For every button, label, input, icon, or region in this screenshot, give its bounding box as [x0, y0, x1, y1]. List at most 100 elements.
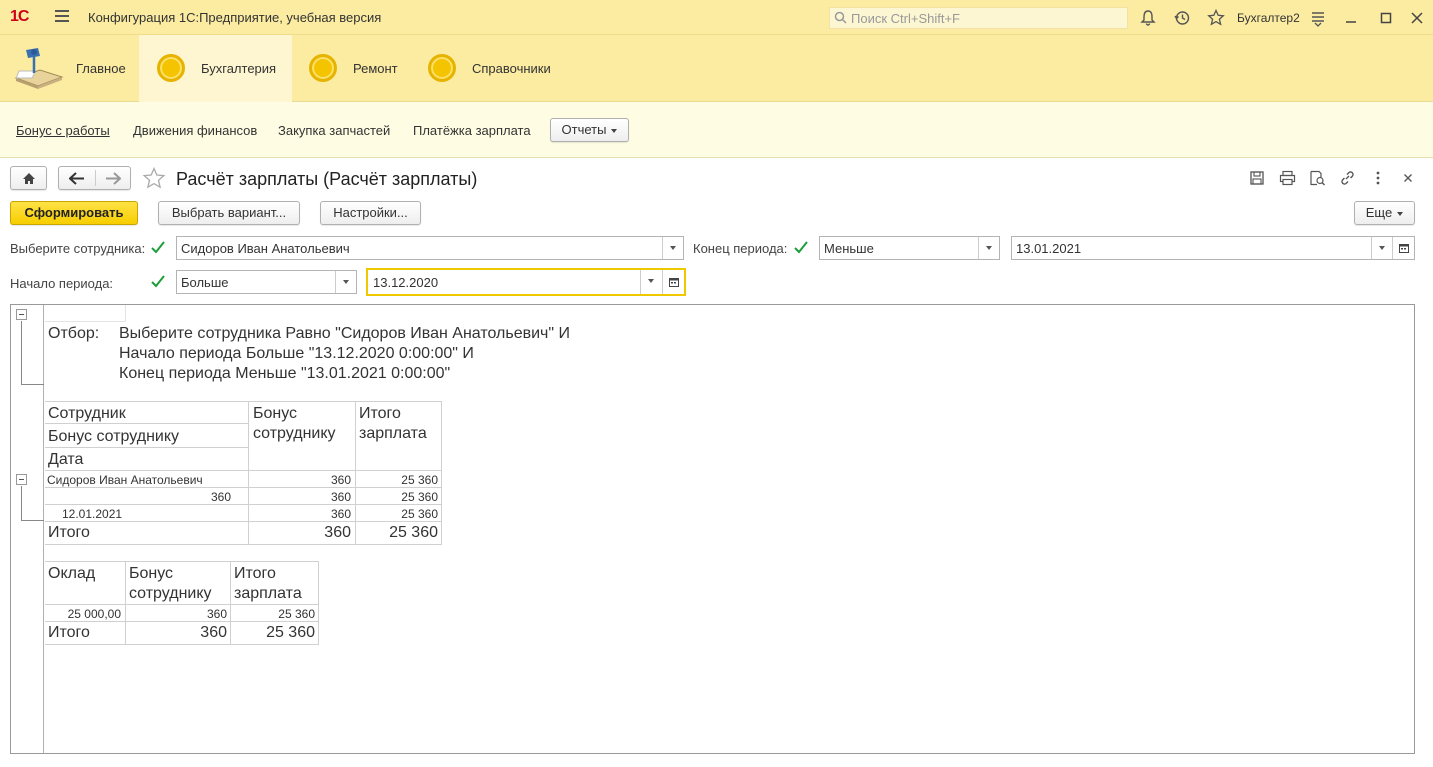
- t1-header-total-col-1: Итого: [359, 405, 401, 422]
- grouping-gutter: [11, 305, 44, 753]
- start-condition-field[interactable]: Больше: [176, 270, 357, 294]
- employee-dropdown[interactable]: [662, 237, 683, 259]
- section-directories[interactable]: Справочники: [410, 35, 570, 102]
- report-document[interactable]: Отбор: Выберите сотрудника Равно "Сидоро…: [10, 304, 1415, 754]
- table-cell: 360: [330, 507, 351, 521]
- print-preview-icon[interactable]: [1309, 170, 1326, 186]
- nav-buttons-group: [58, 166, 131, 190]
- section-repair-label: Ремонт: [353, 61, 398, 76]
- calendar-icon: [669, 278, 679, 287]
- search-icon: [834, 11, 847, 24]
- table-row: 25 000,00: [67, 607, 121, 621]
- filter-line-3: Конец периода Меньше "13.01.2021 0:00:00…: [119, 365, 451, 382]
- filter-line-2: Начало периода Больше "13.12.2020 0:00:0…: [119, 345, 474, 362]
- table-cell: 360: [330, 490, 351, 504]
- link-icon[interactable]: [1339, 170, 1356, 186]
- end-condition-dropdown[interactable]: [978, 237, 999, 259]
- end-condition-field[interactable]: Меньше: [819, 236, 1000, 260]
- table-row: Сидоров Иван Анатольевич: [47, 473, 203, 487]
- favorite-star-icon[interactable]: [142, 167, 166, 189]
- form-title: Расчёт зарплаты (Расчёт зарплаты): [176, 169, 478, 189]
- start-condition-dropdown[interactable]: [335, 271, 356, 293]
- collapse-filter-group-icon[interactable]: [16, 309, 27, 320]
- forward-arrow-icon[interactable]: [105, 172, 121, 185]
- t1-total-salary: 25 360: [389, 524, 438, 541]
- cmd-bonus-link[interactable]: Бонус с работы: [16, 123, 110, 138]
- end-condition-value: Меньше: [824, 241, 874, 256]
- choose-variant-button[interactable]: Выбрать вариант...: [158, 201, 300, 225]
- table-cell: 25 360: [401, 490, 438, 504]
- start-period-checkbox[interactable]: [150, 274, 166, 290]
- close-icon[interactable]: [1408, 9, 1426, 27]
- section-repair[interactable]: Ремонт: [292, 35, 410, 102]
- home-button[interactable]: [10, 166, 47, 190]
- employee-checkbox[interactable]: [150, 240, 166, 256]
- generate-button[interactable]: Сформировать: [10, 201, 138, 225]
- start-date-field[interactable]: 13.12.2020: [366, 268, 686, 296]
- t1-header-date: Дата: [48, 451, 84, 468]
- reports-menu-button[interactable]: Отчеты: [550, 118, 629, 142]
- t2-header-salary: Оклад: [48, 565, 96, 582]
- end-period-checkbox[interactable]: [793, 240, 809, 256]
- back-arrow-icon[interactable]: [69, 172, 85, 185]
- section-main[interactable]: Главное: [0, 35, 139, 102]
- more-button[interactable]: Еще: [1354, 201, 1415, 225]
- start-date-dropdown[interactable]: [640, 270, 661, 294]
- t2-header-total-1: Итого: [234, 565, 276, 582]
- table-cell: 25 360: [278, 607, 315, 621]
- history-icon[interactable]: [1173, 9, 1191, 27]
- table-row: 360: [210, 490, 231, 504]
- more-button-label: Еще: [1365, 205, 1393, 220]
- end-period-label: Конец периода:: [693, 241, 788, 256]
- start-period-label: Начало периода:: [10, 276, 114, 291]
- sections-panel: Главное Бухгалтерия Ремонт Справочники: [0, 35, 1433, 102]
- t1-header-bonus-col-2: сотруднику: [253, 425, 336, 442]
- start-date-calendar[interactable]: [662, 270, 684, 294]
- print-icon[interactable]: [1279, 170, 1296, 186]
- form-close-icon[interactable]: [1400, 170, 1416, 186]
- repair-section-icon: [309, 54, 337, 82]
- minimize-icon[interactable]: [1342, 9, 1360, 27]
- maximize-icon[interactable]: [1377, 9, 1395, 27]
- t2-header-bonus-2: сотруднику: [129, 585, 212, 602]
- settings-menu-icon[interactable]: [1309, 9, 1327, 27]
- end-date-field[interactable]: 13.01.2021: [1011, 236, 1415, 260]
- search-input[interactable]: Поиск Ctrl+Shift+F: [829, 7, 1128, 29]
- section-accounting-label: Бухгалтерия: [201, 61, 277, 76]
- cmd-finance-movements-link[interactable]: Движения финансов: [133, 123, 257, 138]
- t2-header-total-2: зарплата: [234, 585, 302, 602]
- section-main-label: Главное: [76, 61, 126, 76]
- more-vertical-icon[interactable]: [1370, 170, 1386, 186]
- section-accounting[interactable]: Бухгалтерия: [139, 35, 292, 102]
- employee-field[interactable]: Сидоров Иван Анатольевич: [176, 236, 684, 260]
- table-row: 12.01.2021: [62, 507, 123, 521]
- cmd-parts-purchase-link[interactable]: Закупка запчастей: [278, 123, 390, 138]
- filter-line-1: Выберите сотрудника Равно "Сидоров Иван …: [119, 325, 571, 342]
- reports-menu-label: Отчеты: [561, 122, 607, 137]
- command-bar: Бонус с работы Движения финансов Закупка…: [0, 102, 1433, 158]
- save-icon[interactable]: [1249, 170, 1265, 186]
- user-name[interactable]: Бухгалтер2: [1237, 11, 1300, 25]
- chevron-down-icon: [1397, 211, 1404, 216]
- title-bar: 1С Конфигурация 1С:Предприятие, учебная …: [0, 0, 1433, 35]
- t2-total-label: Итого: [48, 624, 90, 641]
- t1-header-employee: Сотрудник: [48, 405, 126, 422]
- end-date-calendar[interactable]: [1392, 237, 1414, 259]
- bell-icon[interactable]: [1139, 9, 1157, 27]
- t2-total-bonus: 360: [200, 624, 227, 641]
- start-date-value: 13.12.2020: [373, 275, 439, 290]
- collapse-row-group-icon[interactable]: [16, 474, 27, 485]
- end-date-dropdown[interactable]: [1371, 237, 1392, 259]
- main-menu-icon[interactable]: [55, 10, 69, 23]
- desk-lamp-icon: [14, 48, 64, 89]
- cmd-salary-payment-link[interactable]: Платёжка зарплата: [413, 123, 531, 138]
- employee-value: Сидоров Иван Анатольевич: [181, 241, 350, 256]
- t1-header-total-col-2: зарплата: [359, 425, 427, 442]
- app-title: Конфигурация 1С:Предприятие, учебная вер…: [88, 10, 382, 25]
- table-cell: 25 360: [401, 473, 438, 487]
- t2-header-bonus-1: Бонус: [129, 565, 174, 582]
- favorites-star-icon[interactable]: [1207, 9, 1225, 27]
- table-cell: 25 360: [401, 507, 438, 521]
- t1-total-label: Итого: [48, 524, 90, 541]
- settings-button[interactable]: Настройки...: [320, 201, 421, 225]
